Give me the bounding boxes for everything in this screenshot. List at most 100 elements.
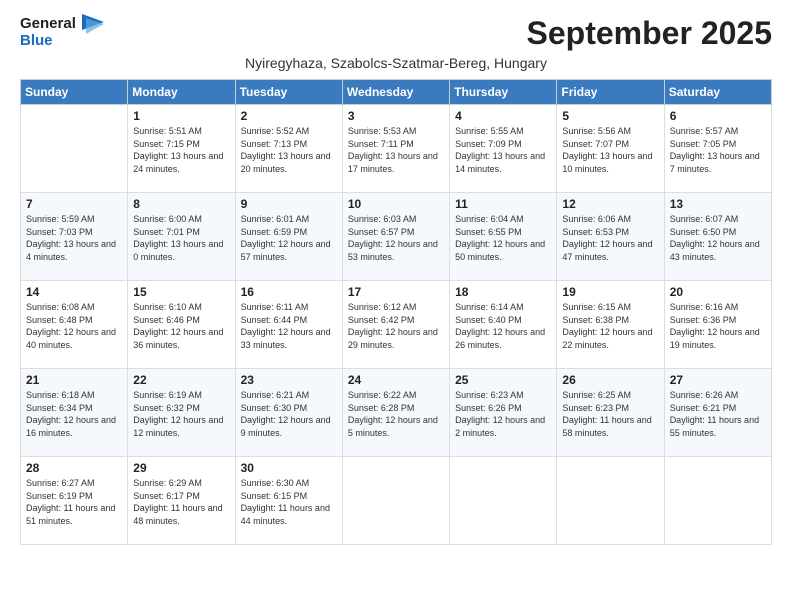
day-info: Sunrise: 6:04 AMSunset: 6:55 PMDaylight:… [455,213,551,263]
day-number: 20 [670,285,766,299]
day-number: 7 [26,197,122,211]
day-info: Sunrise: 6:07 AMSunset: 6:50 PMDaylight:… [670,213,766,263]
day-info: Sunrise: 6:19 AMSunset: 6:32 PMDaylight:… [133,389,229,439]
calendar-week-3: 14Sunrise: 6:08 AMSunset: 6:48 PMDayligh… [21,281,772,369]
day-number: 26 [562,373,658,387]
calendar-cell: 7 Sunrise: 5:59 AMSunset: 7:03 PMDaylight… [21,193,128,281]
day-number: 28 [26,461,122,475]
calendar-cell [557,457,664,545]
day-info: Sunrise: 5:53 AMSunset: 7:11 PMDaylight:… [348,125,444,175]
calendar-cell: 25 Sunrise: 6:23 AMSunset: 6:26 PMDayligh… [450,369,557,457]
day-number: 2 [241,109,337,123]
calendar-cell: 29 Sunrise: 6:29 AMSunset: 6:17 PMDayligh… [128,457,235,545]
calendar-cell: 22 Sunrise: 6:19 AMSunset: 6:32 PMDayligh… [128,369,235,457]
day-info: Sunrise: 6:27 AMSunset: 6:19 PMDaylight:… [26,477,122,527]
calendar-cell [664,457,771,545]
day-info: Sunrise: 6:14 AMSunset: 6:40 PMDaylight:… [455,301,551,351]
day-number: 4 [455,109,551,123]
subtitle: Nyiregyhaza, Szabolcs-Szatmar-Bereg, Hun… [20,55,772,71]
title-block: September 2025 [527,16,772,51]
day-info: Sunrise: 5:56 AMSunset: 7:07 PMDaylight:… [562,125,658,175]
calendar-cell: 11Sunrise: 6:04 AMSunset: 6:55 PMDayligh… [450,193,557,281]
month-title: September 2025 [527,16,772,51]
calendar-cell: 8 Sunrise: 6:00 AMSunset: 7:01 PMDaylight… [128,193,235,281]
day-number: 18 [455,285,551,299]
logo-graphic: General Blue [20,16,76,49]
day-number: 15 [133,285,229,299]
calendar-cell: 16 Sunrise: 6:11 AMSunset: 6:44 PMDayligh… [235,281,342,369]
day-info: Sunrise: 6:11 AMSunset: 6:44 PMDaylight:… [241,301,337,351]
day-number: 14 [26,285,122,299]
day-number: 27 [670,373,766,387]
day-number: 29 [133,461,229,475]
day-info: Sunrise: 6:18 AMSunset: 6:34 PMDaylight:… [26,389,122,439]
day-number: 6 [670,109,766,123]
calendar-cell: 19 Sunrise: 6:15 AMSunset: 6:38 PMDayligh… [557,281,664,369]
calendar-cell: 2Sunrise: 5:52 AMSunset: 7:13 PMDaylight… [235,105,342,193]
calendar-cell: 4 Sunrise: 5:55 AMSunset: 7:09 PMDaylight… [450,105,557,193]
calendar-cell [342,457,449,545]
calendar-cell: 5 Sunrise: 5:56 AMSunset: 7:07 PMDaylight… [557,105,664,193]
day-number: 3 [348,109,444,123]
calendar-week-1: 1Sunrise: 5:51 AMSunset: 7:15 PMDaylight… [21,105,772,193]
calendar-table: SundayMondayTuesdayWednesdayThursdayFrid… [20,79,772,545]
day-number: 23 [241,373,337,387]
day-number: 24 [348,373,444,387]
calendar-cell: 30 Sunrise: 6:30 AMSunset: 6:15 PMDayligh… [235,457,342,545]
calendar-cell: 1Sunrise: 5:51 AMSunset: 7:15 PMDaylight… [128,105,235,193]
calendar-cell: 9Sunrise: 6:01 AMSunset: 6:59 PMDaylight… [235,193,342,281]
calendar-cell: 12Sunrise: 6:06 AMSunset: 6:53 PMDayligh… [557,193,664,281]
day-info: Sunrise: 6:15 AMSunset: 6:38 PMDaylight:… [562,301,658,351]
calendar-cell [450,457,557,545]
calendar-cell: 6Sunrise: 5:57 AMSunset: 7:05 PMDaylight… [664,105,771,193]
day-info: Sunrise: 5:51 AMSunset: 7:15 PMDaylight:… [133,125,229,175]
day-info: Sunrise: 6:23 AMSunset: 6:26 PMDaylight:… [455,389,551,439]
weekday-header-saturday: Saturday [664,80,771,105]
weekday-header-sunday: Sunday [21,80,128,105]
day-info: Sunrise: 5:59 AMSunset: 7:03 PMDaylight:… [26,213,122,263]
day-info: Sunrise: 6:00 AMSunset: 7:01 PMDaylight:… [133,213,229,263]
calendar-week-2: 7 Sunrise: 5:59 AMSunset: 7:03 PMDaylight… [21,193,772,281]
day-info: Sunrise: 6:25 AMSunset: 6:23 PMDaylight:… [562,389,658,439]
day-info: Sunrise: 6:03 AMSunset: 6:57 PMDaylight:… [348,213,444,263]
calendar-cell: 18 Sunrise: 6:14 AMSunset: 6:40 PMDayligh… [450,281,557,369]
logo: General Blue [20,16,104,49]
calendar-cell: 24 Sunrise: 6:22 AMSunset: 6:28 PMDayligh… [342,369,449,457]
calendar-cell: 13Sunrise: 6:07 AMSunset: 6:50 PMDayligh… [664,193,771,281]
day-info: Sunrise: 6:30 AMSunset: 6:15 PMDaylight:… [241,477,337,527]
day-number: 12 [562,197,658,211]
day-info: Sunrise: 6:29 AMSunset: 6:17 PMDaylight:… [133,477,229,527]
calendar-week-4: 21Sunrise: 6:18 AMSunset: 6:34 PMDayligh… [21,369,772,457]
calendar-cell: 14Sunrise: 6:08 AMSunset: 6:48 PMDayligh… [21,281,128,369]
calendar-cell [21,105,128,193]
calendar-cell: 17 Sunrise: 6:12 AMSunset: 6:42 PMDayligh… [342,281,449,369]
calendar-cell: 20 Sunrise: 6:16 AMSunset: 6:36 PMDayligh… [664,281,771,369]
day-number: 19 [562,285,658,299]
weekday-header-wednesday: Wednesday [342,80,449,105]
day-number: 22 [133,373,229,387]
day-info: Sunrise: 5:55 AMSunset: 7:09 PMDaylight:… [455,125,551,175]
day-info: Sunrise: 6:26 AMSunset: 6:21 PMDaylight:… [670,389,766,439]
calendar-cell: 21Sunrise: 6:18 AMSunset: 6:34 PMDayligh… [21,369,128,457]
page-container: General Blue September 2025 Nyiregyhaza,… [20,16,772,545]
day-number: 16 [241,285,337,299]
day-number: 5 [562,109,658,123]
calendar-cell: 10 Sunrise: 6:03 AMSunset: 6:57 PMDayligh… [342,193,449,281]
day-info: Sunrise: 6:12 AMSunset: 6:42 PMDaylight:… [348,301,444,351]
day-info: Sunrise: 6:01 AMSunset: 6:59 PMDaylight:… [241,213,337,263]
day-info: Sunrise: 6:21 AMSunset: 6:30 PMDaylight:… [241,389,337,439]
day-info: Sunrise: 6:22 AMSunset: 6:28 PMDaylight:… [348,389,444,439]
day-number: 10 [348,197,444,211]
calendar-cell: 15 Sunrise: 6:10 AMSunset: 6:46 PMDayligh… [128,281,235,369]
calendar-cell: 27 Sunrise: 6:26 AMSunset: 6:21 PMDayligh… [664,369,771,457]
day-number: 25 [455,373,551,387]
day-info: Sunrise: 6:16 AMSunset: 6:36 PMDaylight:… [670,301,766,351]
calendar-cell: 3 Sunrise: 5:53 AMSunset: 7:11 PMDaylight… [342,105,449,193]
weekday-header-monday: Monday [128,80,235,105]
day-number: 17 [348,285,444,299]
day-info: Sunrise: 6:10 AMSunset: 6:46 PMDaylight:… [133,301,229,351]
day-number: 30 [241,461,337,475]
day-number: 8 [133,197,229,211]
calendar-week-5: 28 Sunrise: 6:27 AMSunset: 6:19 PMDayligh… [21,457,772,545]
header: General Blue September 2025 [20,16,772,51]
